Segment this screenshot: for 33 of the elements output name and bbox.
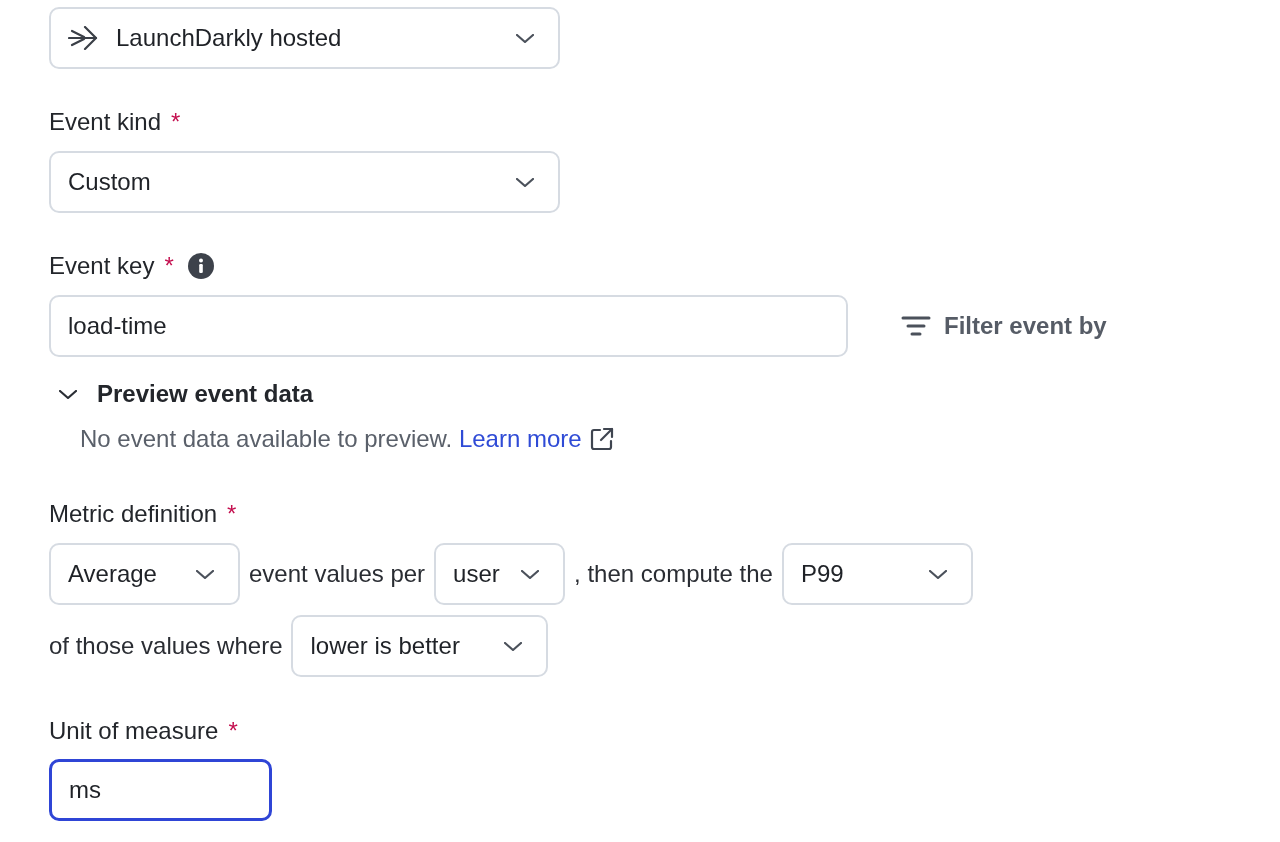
learn-more-link[interactable]: Learn more [458,425,614,453]
required-mark: * [171,108,181,136]
chevron-down-icon [521,569,540,579]
dropdown[interactable]: lower is better [291,615,549,677]
preview-message: No event data available to preview. Learn more [80,425,614,453]
field-label: Unit of measure [49,717,219,745]
required-mark: * [227,500,237,528]
chevron-down-icon [516,33,534,43]
external-link-icon [589,427,614,451]
required-mark: * [228,717,238,745]
dropdown[interactable]: LaunchDarkly hosted [49,7,560,69]
dropdown[interactable]: Average [49,543,240,605]
dropdown[interactable]: user [434,543,566,605]
dropdown[interactable]: P99 [781,543,973,605]
sentence-text: of those values where [49,632,283,660]
filter-icon [901,316,931,336]
chevron-down-icon [196,569,214,579]
arrow-icon [68,26,98,50]
dropdown[interactable]: Custom [49,151,560,213]
field-label: Metric definition [49,500,218,528]
sentence-text: , then compute the [574,560,773,588]
chevron-down-icon [504,641,523,651]
chevron-down-icon [516,177,534,187]
required-mark: * [164,252,174,280]
sentence-text: event values per [249,560,426,588]
preview-toggle[interactable]: Preview event data [59,380,314,408]
input-field[interactable]: load-time [49,295,848,357]
filter-button[interactable]: Filter event by [901,308,1107,344]
input-field[interactable]: ms [49,759,272,821]
chevron-down-icon [928,569,947,579]
field-label: Event kind [49,108,162,136]
field-label: Event key [49,252,155,280]
info-icon [187,253,214,279]
